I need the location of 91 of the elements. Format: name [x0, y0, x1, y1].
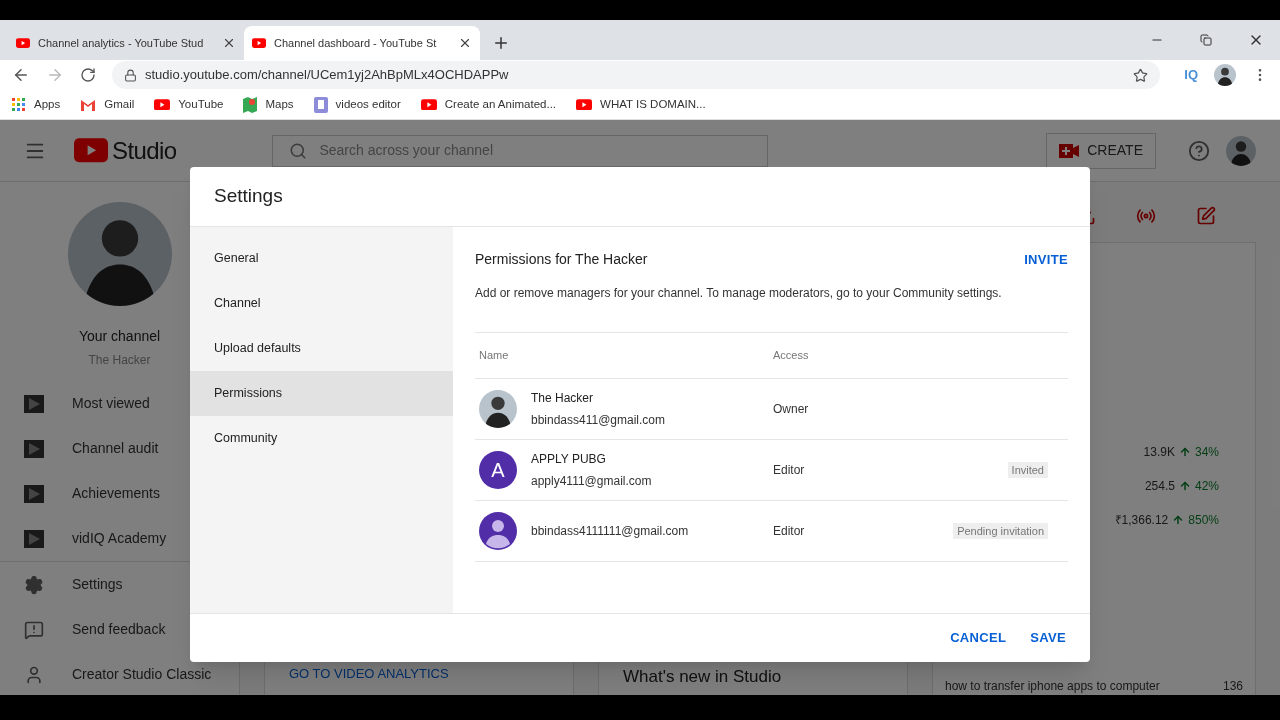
bookmark[interactable]: Gmail — [80, 95, 135, 114]
dialog-title: Settings — [214, 184, 283, 209]
settings-tab[interactable]: General — [190, 236, 453, 281]
studio-logo: Studio — [112, 135, 177, 166]
youtube-icon — [16, 37, 30, 49]
sidebar-item[interactable]: Achievements — [0, 471, 239, 516]
view-count: 136 — [1222, 678, 1243, 695]
bookmark[interactable]: Apps — [12, 95, 61, 114]
column-header: Name — [479, 348, 510, 364]
bookmark[interactable]: videos editor — [313, 95, 401, 114]
star-icon[interactable] — [1133, 67, 1149, 83]
status-badge: Pending invitation — [953, 522, 1048, 540]
restore-icon[interactable] — [1200, 34, 1212, 46]
stat-value: ₹1,366.12 — [1114, 512, 1169, 529]
stat-value: 254.5 — [1144, 478, 1175, 495]
invite-button[interactable]: INVITE — [1024, 249, 1068, 270]
youtube-icon — [420, 98, 437, 111]
stat-value: 13.9K — [1143, 444, 1175, 461]
letter-avatar: A — [479, 451, 517, 489]
access-level: Editor — [773, 523, 806, 540]
card-title: What's new in Studio — [623, 665, 783, 688]
back-icon[interactable] — [12, 66, 30, 84]
stat-change: 850% — [1188, 512, 1219, 529]
avatar — [479, 390, 517, 428]
play-tile-icon — [24, 394, 44, 413]
status-badge: Invited — [1007, 461, 1048, 479]
section-heading: Permissions for The Hacker — [475, 250, 648, 269]
film-icon — [313, 96, 328, 113]
youtube-logo-icon — [74, 138, 108, 163]
sidebar-item[interactable]: Creator Studio Classic — [0, 652, 239, 695]
access-level: Editor — [773, 462, 806, 479]
description: Add or remove managers for your channel. To manage moderators, go to your Community settings. — [475, 285, 1003, 302]
feedback-icon — [24, 619, 44, 640]
settings-tab[interactable]: Upload defaults — [190, 326, 453, 371]
tab-title: Channel analytics - YouTube Stud — [38, 35, 205, 51]
reload-icon[interactable] — [80, 67, 96, 83]
bookmark[interactable]: YouTube — [154, 95, 224, 114]
stat-change: 42% — [1194, 478, 1219, 495]
address-bar[interactable]: studio.youtube.com/channel/UCem1yj2AhBpMLx4OCHDAPPw — [112, 61, 1161, 89]
search-icon — [289, 141, 308, 160]
url-text: studio.youtube.com/channel/UCem1yj2AhBpMLx4OCHDAPPw — [145, 66, 509, 85]
close-icon[interactable] — [458, 36, 472, 50]
map-pin-icon — [243, 96, 258, 113]
up-arrow-icon — [1172, 514, 1185, 526]
settings-tab[interactable]: Community — [190, 416, 453, 461]
member-email: apply4111@gmail.com — [531, 473, 652, 490]
member-name: APPLY PUBG — [531, 451, 607, 468]
sidebar-item[interactable]: Send feedback — [0, 607, 239, 652]
member-email: bbindass4111111@gmail.com — [531, 523, 689, 540]
sidebar-item[interactable]: vidIQ Academy — [0, 516, 239, 561]
close-icon[interactable] — [222, 36, 236, 50]
mail-icon — [80, 98, 97, 111]
tab-title: Channel dashboard - YouTube St — [274, 35, 438, 51]
member-email: bbindass411@gmail.com — [531, 412, 666, 429]
bookmark[interactable]: Maps — [243, 95, 294, 114]
apps-grid-icon — [12, 97, 26, 112]
play-tile-icon — [24, 529, 44, 548]
sidebar-item[interactable]: Settings — [0, 562, 239, 607]
save-button[interactable]: SAVE — [1030, 628, 1066, 648]
youtube-icon — [252, 37, 266, 49]
profile-avatar — [1226, 135, 1256, 166]
browser-tab[interactable]: Channel analytics - YouTube Stud — [8, 26, 244, 60]
play-tile-icon — [24, 439, 44, 458]
settings-tab[interactable]: Permissions — [190, 371, 453, 416]
profile-avatar — [1214, 64, 1236, 86]
up-arrow-icon — [1178, 446, 1191, 458]
bookmark[interactable]: Create an Animated... — [420, 95, 557, 114]
video-title: how to transfer iphone apps to computer — [945, 678, 1160, 695]
browser-tab[interactable]: Channel dashboard - YouTube St — [244, 26, 480, 60]
lock-icon — [124, 68, 137, 82]
settings-icon — [24, 574, 44, 595]
column-header: Access — [773, 348, 809, 364]
member-name: The Hacker — [531, 390, 595, 407]
avatar-icon — [479, 512, 517, 550]
new-tab-icon[interactable] — [492, 34, 510, 52]
youtube-icon — [576, 98, 593, 111]
edit-icon[interactable] — [1196, 206, 1216, 226]
settings-tab[interactable]: Channel — [190, 281, 453, 326]
video-plus-icon — [1059, 143, 1080, 158]
help-icon[interactable] — [1188, 139, 1210, 162]
stat-change: 34% — [1194, 444, 1219, 461]
channel-label: Your channel — [78, 327, 161, 346]
play-tile-icon — [24, 484, 44, 503]
person-icon — [24, 664, 44, 685]
cancel-button[interactable]: CANCEL — [950, 628, 1007, 648]
youtube-icon — [154, 98, 171, 111]
channel-name: The Hacker — [88, 352, 151, 369]
access-level: Owner — [773, 401, 810, 418]
live-icon[interactable] — [1136, 206, 1156, 226]
up-arrow-icon — [1178, 480, 1191, 492]
bookmark[interactable]: WHAT IS DOMAIN... — [576, 95, 706, 114]
